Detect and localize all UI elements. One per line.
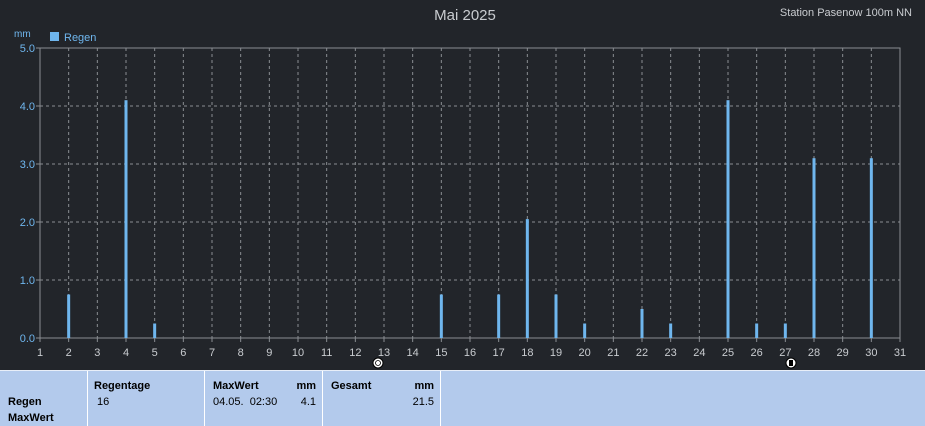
bar: [153, 323, 157, 338]
x-tick-label: 8: [238, 347, 244, 359]
chart-title: Mai 2025: [434, 7, 496, 24]
x-tick-label: 27: [779, 347, 791, 359]
y-axis-unit: mm: [14, 29, 31, 40]
bar: [640, 309, 644, 338]
bar: [869, 158, 873, 338]
legend-swatch: [50, 32, 59, 41]
y-tick-label: 5.0: [20, 43, 35, 55]
x-tick-label: 12: [349, 347, 361, 359]
x-tick-label: 1: [37, 347, 43, 359]
x-tick-label: 14: [407, 347, 419, 359]
x-tick-label: 7: [209, 347, 215, 359]
gesamt-header: Gesamt: [331, 380, 372, 392]
maxwert-value: 4.1: [300, 396, 316, 408]
regentage-value: 16: [97, 396, 110, 408]
y-tick-label: 2.0: [20, 217, 35, 229]
summary-label-cell: Regen MaxWert: [0, 371, 88, 426]
legend-label: Regen: [64, 32, 96, 44]
bar: [525, 219, 529, 338]
maxwert-unit: mm: [296, 380, 316, 392]
maxwert-header: MaxWert: [213, 380, 259, 392]
x-tick-label: 28: [808, 347, 820, 359]
bar: [124, 100, 128, 338]
bar: [726, 100, 730, 338]
x-tick-label: 31: [894, 347, 906, 359]
rain-chart: Mai 2025 Station Pasenow 100m NN mm Rege…: [14, 7, 912, 369]
regentage-header: Regentage: [94, 380, 151, 392]
x-tick-label: 3: [94, 347, 100, 359]
bar: [783, 323, 787, 338]
x-tick-label: 5: [152, 347, 158, 359]
bar: [554, 294, 558, 338]
x-tick-label: 25: [722, 347, 734, 359]
maxwert-cell: MaxWert mm 04.05. 02:30 4.1: [205, 371, 323, 426]
x-tick-label: 23: [665, 347, 677, 359]
x-tick-label: 19: [550, 347, 562, 359]
station-label: Station Pasenow 100m NN: [780, 7, 912, 19]
y-tick-label: 0.0: [20, 333, 35, 345]
x-tick-label: 6: [180, 347, 186, 359]
bar: [583, 323, 587, 338]
bar: [67, 294, 71, 338]
maxwert-date: 04.05. 02:30: [213, 396, 278, 408]
x-tick-label: 2: [66, 347, 72, 359]
gesamt-value: 21.5: [412, 396, 434, 408]
x-tick-label: 29: [837, 347, 849, 359]
x-tick-label: 4: [123, 347, 129, 359]
x-tick-label: 26: [751, 347, 763, 359]
x-tick-label: 15: [435, 347, 447, 359]
x-tick-label: 16: [464, 347, 476, 359]
regen-row-label: Regen: [8, 396, 42, 408]
x-tick-label: 18: [521, 347, 533, 359]
x-tick-label: 30: [865, 347, 877, 359]
y-tick-label: 3.0: [20, 159, 35, 171]
x-tick-label: 17: [493, 347, 505, 359]
bar: [439, 294, 443, 338]
bar: [812, 158, 816, 338]
x-tick-label: 13: [378, 347, 390, 359]
y-tick-labels: 0.0 1.0 2.0 3.0 4.0 5.0: [20, 43, 40, 345]
x-tick-label: 22: [636, 347, 648, 359]
bar: [669, 323, 673, 338]
bar: [497, 294, 501, 338]
x-tick-label: 21: [607, 347, 619, 359]
grid-lines: [40, 48, 900, 338]
gesamt-unit: mm: [414, 380, 434, 392]
scroll-handle-right[interactable]: [785, 357, 797, 369]
x-tick-label: 20: [579, 347, 591, 359]
x-tick-label: 24: [693, 347, 705, 359]
y-tick-label: 1.0: [20, 275, 35, 287]
bar: [755, 323, 759, 338]
gesamt-cell: Gesamt mm 21.5: [323, 371, 441, 426]
regentage-cell: Regentage 16: [88, 371, 205, 426]
summary-panel: Regen MaxWert Regentage 16 MaxWert mm 04…: [0, 370, 925, 426]
x-tick-label: 10: [292, 347, 304, 359]
x-tick-label: 9: [266, 347, 272, 359]
x-tick-labels: 1 2 3 4 5 6 7 8 9 10 11 12 13 14 15 16 17 18 19 20 21 22 23 24 2…: [37, 338, 906, 359]
scroll-handle-left[interactable]: [372, 357, 384, 369]
x-tick-label: 11: [321, 347, 332, 359]
y-tick-label: 4.0: [20, 101, 35, 113]
maxwert-row-label: MaxWert: [8, 412, 54, 424]
